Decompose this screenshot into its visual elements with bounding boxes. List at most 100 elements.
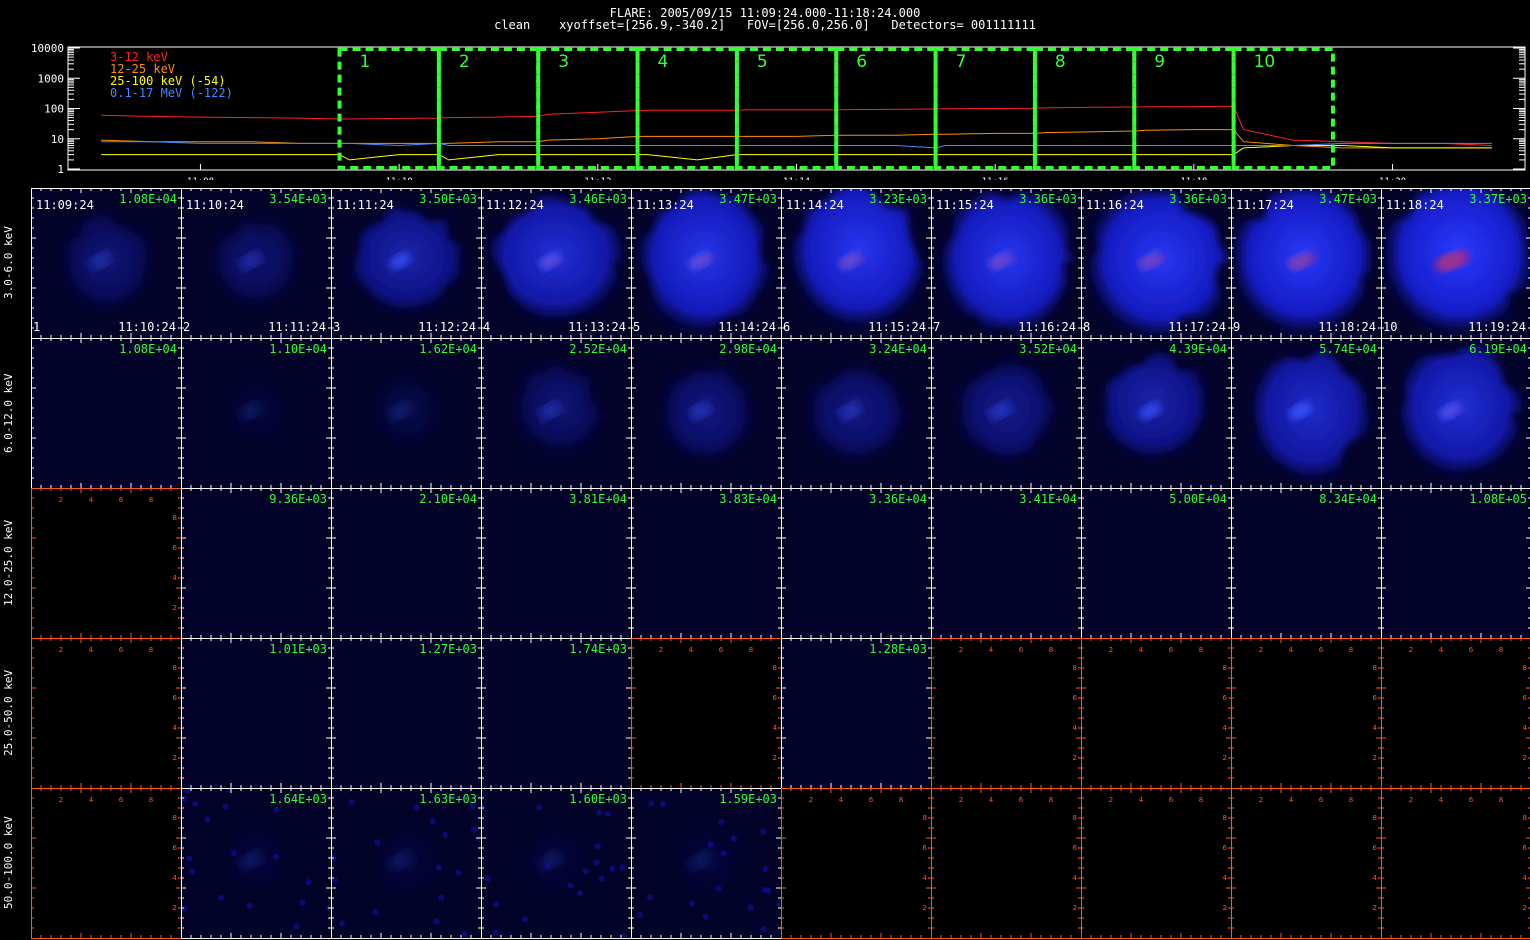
- panel-image: [1232, 639, 1380, 787]
- noise-dot: [760, 828, 767, 835]
- noise-dot: [189, 868, 196, 875]
- peak-value: 3.47E+03: [719, 192, 777, 206]
- image-panel: 5.74E+04: [1232, 339, 1380, 487]
- panel-image: [1232, 489, 1380, 637]
- noise-dot: [348, 799, 355, 806]
- interval-start-time: 11:15:24: [936, 198, 994, 212]
- noise-dot: [438, 894, 445, 901]
- xtick-label: 11:14: [783, 177, 810, 180]
- noise-dot: [582, 868, 589, 875]
- peak-value: 1.27E+03: [419, 642, 477, 656]
- noise-dot: [718, 818, 725, 825]
- noise-dot: [246, 902, 253, 909]
- image-panel: 6.19E+04: [1382, 339, 1530, 487]
- image-panel: [632, 639, 780, 787]
- peak-value: 5.00E+04: [1169, 492, 1227, 506]
- panel-image: [182, 789, 330, 930]
- image-panel: [932, 789, 1080, 937]
- interval-box: [1132, 47, 1236, 170]
- peak-value: 3.47E+03: [1319, 192, 1377, 206]
- noise-dot: [273, 806, 280, 813]
- interval-end-time: 11:10:24: [118, 320, 176, 334]
- peak-value: 1.62E+04: [419, 342, 477, 356]
- image-panel: 1.08E+04 11:09:24 11:10:24 1: [32, 189, 180, 337]
- noise-dot: [536, 804, 543, 811]
- noise-dot: [596, 809, 603, 816]
- interval-end-time: 11:17:24: [1168, 320, 1226, 334]
- image-panel: [32, 789, 180, 937]
- legend-entry: 0.1-17 MeV (-122): [110, 86, 233, 100]
- peak-value: 3.36E+03: [1169, 192, 1227, 206]
- noise-dot: [273, 853, 280, 860]
- interval-start-time: 11:13:24: [636, 198, 694, 212]
- noise-dot: [204, 816, 211, 823]
- image-panel: [32, 639, 180, 787]
- interval-end-time: 11:15:24: [868, 320, 926, 334]
- noise-dot: [332, 877, 338, 884]
- panel-image: [32, 339, 180, 487]
- image-panel: [782, 789, 930, 937]
- noise-dot: [231, 850, 238, 857]
- row-label: 12.0-25.0 keV: [2, 519, 15, 607]
- noise-dot: [299, 899, 306, 906]
- noise-dot: [305, 879, 312, 886]
- image-panel: 3.36E+04: [782, 489, 930, 637]
- interval-index: 3: [333, 320, 341, 334]
- image-panel: [1082, 789, 1230, 937]
- image-panel: 3.46E+03 11:12:24 11:13:24 4: [482, 189, 630, 337]
- interval-label: 4: [658, 52, 669, 72]
- interval-index: 5: [633, 320, 641, 334]
- image-panel: 1.60E+03: [482, 789, 630, 937]
- image-panel: 1.28E+03: [782, 639, 930, 787]
- image-panel: 1.10E+04: [182, 339, 330, 487]
- image-panel: 9.36E+03: [182, 489, 330, 637]
- interval-start-time: 11:09:24: [36, 198, 94, 212]
- panel-image: [632, 639, 780, 787]
- peak-value: 1.63E+03: [419, 792, 477, 806]
- image-panel: 1.74E+03: [482, 639, 630, 787]
- noise-dot: [620, 933, 627, 937]
- peak-value: 1.60E+03: [569, 792, 627, 806]
- peak-value: 9.36E+03: [269, 492, 327, 506]
- panel-image: [1082, 639, 1230, 787]
- emission-blob: [955, 362, 1060, 467]
- noise-dot: [461, 931, 468, 937]
- noise-dot: [429, 818, 436, 825]
- noise-dot: [372, 909, 379, 916]
- image-panel: [1232, 789, 1380, 937]
- interval-end-time: 11:12:24: [418, 320, 476, 334]
- peak-value: 1.28E+03: [869, 642, 927, 656]
- interval-label: 1: [360, 52, 371, 72]
- noise-dot: [765, 887, 772, 894]
- noise-dot: [688, 900, 695, 907]
- noise-dot: [544, 863, 551, 870]
- lightcurve-plot: 10000 1000 100 10 1 11:08 11:10 11:12 11:14 11:16…: [31, 42, 1526, 180]
- peak-value: 3.52E+04: [1019, 342, 1077, 356]
- image-panel: 5.00E+04: [1082, 489, 1230, 637]
- panel-image: [332, 489, 480, 637]
- image-panel: 3.23E+03 11:14:24 11:15:24 6: [782, 189, 930, 337]
- noise-dot: [576, 890, 583, 897]
- noise-dot: [636, 912, 643, 919]
- interval-box: [536, 47, 640, 170]
- peak-value: 8.34E+04: [1319, 492, 1377, 506]
- interval-index: 10: [1383, 320, 1398, 334]
- noise-dot: [598, 875, 605, 882]
- peak-value: 6.19E+04: [1469, 342, 1527, 356]
- interval-box: [635, 47, 739, 170]
- panel-image: [1082, 489, 1230, 637]
- noise-dot: [471, 826, 478, 833]
- noise-dot: [332, 855, 337, 862]
- xtick-label: 11:10: [386, 177, 413, 180]
- interval-index: 9: [1233, 320, 1241, 334]
- emission-blob: [1396, 343, 1526, 483]
- peak-value: 5.74E+04: [1319, 342, 1377, 356]
- image-panel: 3.47E+03 11:13:24 11:14:24 5: [632, 189, 780, 337]
- panel-image: [955, 362, 1060, 467]
- panel-image: [782, 489, 930, 637]
- image-panel: 3.52E+04: [932, 339, 1080, 487]
- interval-box: [834, 47, 938, 170]
- interval-index: 6: [783, 320, 791, 334]
- noise-dot: [442, 831, 449, 838]
- image-panel: 3.81E+04: [482, 489, 630, 637]
